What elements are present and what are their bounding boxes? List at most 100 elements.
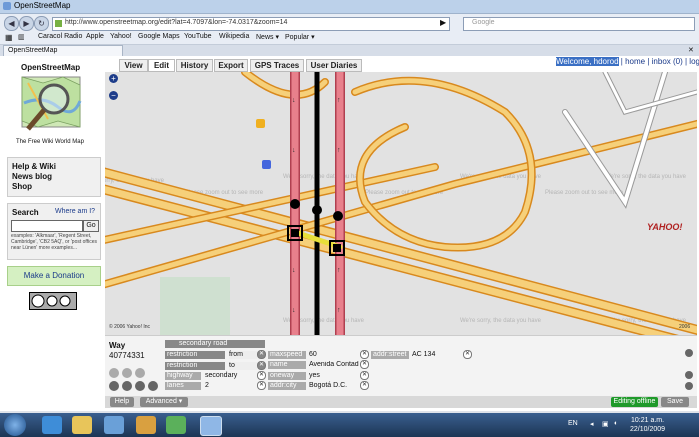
network-icon[interactable]: ▣ xyxy=(602,420,609,428)
tag-key[interactable]: addr:city xyxy=(268,382,306,390)
reload-button[interactable]: ↻ xyxy=(34,16,49,31)
remove-tag-icon[interactable]: ✕ xyxy=(257,350,266,359)
mail-icon[interactable] xyxy=(136,416,156,434)
tag-value[interactable]: 60 xyxy=(309,351,317,359)
bookmark-item[interactable]: Yahoo! xyxy=(110,33,132,40)
remove-tag-icon[interactable]: ✕ xyxy=(257,371,266,380)
relation-icon[interactable] xyxy=(109,368,119,378)
shop-link[interactable]: Shop xyxy=(12,182,32,191)
tag-key[interactable]: name xyxy=(268,361,306,369)
history-icon[interactable] xyxy=(135,368,145,378)
map-canvas[interactable]: We're sorry, the data you have We're sor… xyxy=(105,72,697,335)
way-node xyxy=(312,205,322,215)
toggle-icon[interactable] xyxy=(148,381,158,391)
tag-value[interactable]: to xyxy=(229,362,257,370)
tag-key[interactable]: oneway xyxy=(268,372,306,380)
expand-icon[interactable] xyxy=(685,349,693,357)
scroll-tags-icon[interactable] xyxy=(685,382,693,390)
preset-select[interactable]: secondary road xyxy=(165,340,265,348)
remove-tag-icon[interactable]: ✕ xyxy=(360,381,369,390)
address-bar[interactable]: http://www.openstreetmap.org/edit?lat=4.… xyxy=(52,17,450,31)
where-am-i-link[interactable]: Where am I? xyxy=(55,208,95,215)
place-search-input[interactable] xyxy=(11,220,83,232)
osm-logo[interactable] xyxy=(18,73,88,135)
bookmark-item[interactable]: Google Maps xyxy=(138,33,180,40)
svg-text:↑: ↑ xyxy=(337,147,341,154)
bookmark-item[interactable]: Apple xyxy=(86,33,104,40)
tag-value[interactable]: yes xyxy=(309,372,320,380)
system-clock[interactable]: 10:21 a.m. 22/10/2009 xyxy=(630,416,665,434)
bookmark-item[interactable]: Caracol Radio xyxy=(38,33,82,40)
language-indicator[interactable]: EN xyxy=(568,420,578,427)
remove-tag-icon[interactable]: ✕ xyxy=(463,350,472,359)
tag-value[interactable]: Avenida Contador xyxy=(309,361,359,369)
reverse-way-icon[interactable] xyxy=(122,381,132,391)
zoom-out-icon[interactable]: − xyxy=(109,91,118,100)
bookmark-item[interactable]: Wikipedia xyxy=(219,33,249,40)
tab-view[interactable]: View xyxy=(119,59,148,72)
tab-user-diaries[interactable]: User Diaries xyxy=(306,59,362,72)
search-input[interactable]: Google xyxy=(463,17,695,31)
tag-key[interactable]: lanes xyxy=(165,382,201,390)
go-arrow-icon[interactable]: ▶ xyxy=(440,18,446,27)
creative-commons-badge[interactable] xyxy=(29,292,77,310)
way-node xyxy=(290,199,300,209)
tray-arrow-icon[interactable]: ◂ xyxy=(590,420,594,428)
welcome-link[interactable]: Welcome, hdorod xyxy=(556,57,619,66)
delete-icon[interactable] xyxy=(135,381,145,391)
tag-key[interactable]: restriction xyxy=(165,351,225,359)
tag-value[interactable]: secondary xyxy=(205,372,237,380)
tag-key[interactable]: restriction xyxy=(165,362,225,370)
folder-icon[interactable] xyxy=(72,416,92,434)
navigation-toolbar: ◀ ▶ ↻ http://www.openstreetmap.org/edit?… xyxy=(0,14,699,32)
bookmark-item[interactable]: Popular ▾ xyxy=(285,33,315,41)
tab-edit[interactable]: Edit xyxy=(148,59,175,72)
save-button[interactable]: Save xyxy=(661,397,689,407)
remove-tag-icon[interactable]: ✕ xyxy=(360,371,369,380)
volume-icon[interactable]: ◐ xyxy=(614,420,618,427)
media-player-icon[interactable] xyxy=(104,416,124,434)
browser-task-icon[interactable] xyxy=(200,416,222,436)
tag-key[interactable]: highway xyxy=(165,372,201,380)
tab-history[interactable]: History xyxy=(176,59,213,72)
back-button[interactable]: ◀ xyxy=(4,16,19,31)
repeat-tags-icon[interactable] xyxy=(109,381,119,391)
tag-key[interactable]: maxspeed xyxy=(268,351,306,359)
news-blog-link[interactable]: News blog xyxy=(12,172,52,181)
add-tag-icon[interactable] xyxy=(685,371,693,379)
editor-bottom-bar: Help Advanced ▾ Editing offline Save xyxy=(105,396,697,408)
inbox-link[interactable]: inbox (0) xyxy=(652,57,683,66)
link-icon[interactable] xyxy=(122,368,132,378)
remove-tag-icon[interactable]: ✕ xyxy=(360,350,369,359)
tag-key[interactable]: addr:street xyxy=(371,351,409,359)
app-icon[interactable] xyxy=(166,416,186,434)
tag-value[interactable]: Bogotá D.C. xyxy=(309,382,347,390)
tag-value[interactable]: AC 134 xyxy=(412,351,435,359)
tab-gps-traces[interactable]: GPS Traces xyxy=(250,59,304,72)
bookmarks-bar: ▦ ▥ Caracol Radio Apple Yahoo! Google Ma… xyxy=(0,32,699,45)
start-button-icon[interactable] xyxy=(4,414,26,436)
go-button[interactable]: Go xyxy=(83,220,99,232)
bookmarks-grid-icon[interactable]: ▦ xyxy=(5,33,13,42)
help-wiki-link[interactable]: Help & Wiki xyxy=(12,162,56,171)
tag-value[interactable]: 2 xyxy=(205,382,209,390)
bookmark-book-icon[interactable]: ▥ xyxy=(18,33,25,41)
remove-tag-icon[interactable]: ✕ xyxy=(257,381,266,390)
advanced-menu-button[interactable]: Advanced ▾ xyxy=(140,397,188,407)
zoom-in-icon[interactable]: + xyxy=(109,74,118,83)
clock-time: 10:21 a.m. xyxy=(630,417,665,424)
bookmark-item[interactable]: YouTube xyxy=(184,33,212,40)
help-button[interactable]: Help xyxy=(110,397,134,407)
bookmark-item[interactable]: News ▾ xyxy=(256,33,279,41)
donation-button[interactable]: Make a Donation xyxy=(7,266,101,286)
remove-tag-icon[interactable]: ✕ xyxy=(257,361,266,370)
forward-button[interactable]: ▶ xyxy=(19,16,34,31)
home-link[interactable]: home xyxy=(625,57,645,66)
close-tab-icon[interactable]: ✕ xyxy=(688,46,694,54)
remove-tag-icon[interactable]: ✕ xyxy=(360,360,369,369)
tag-value[interactable]: from xyxy=(229,351,257,359)
logout-link[interactable]: logout xyxy=(689,57,699,66)
tab-openstreetmap[interactable]: OpenStreetMap xyxy=(3,45,123,56)
internet-explorer-icon[interactable] xyxy=(42,416,62,434)
tab-export[interactable]: Export xyxy=(214,59,248,72)
